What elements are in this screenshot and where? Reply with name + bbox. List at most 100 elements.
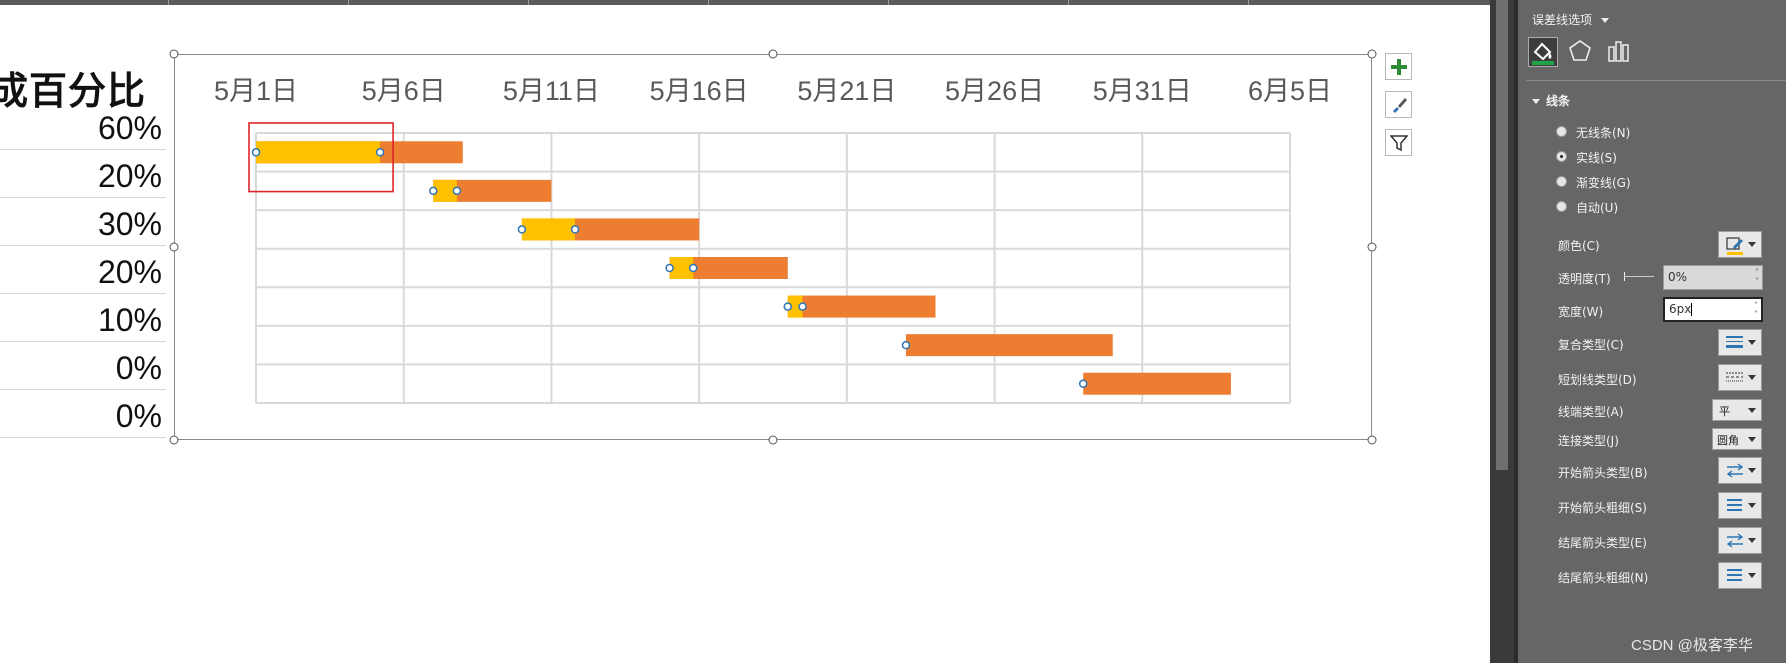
spinner-arrows-icon[interactable]: ˄ ˅ — [1754, 301, 1758, 319]
chart-elements-button[interactable] — [1385, 53, 1412, 80]
chevron-down-icon — [1600, 18, 1609, 23]
filter-icon — [1389, 134, 1408, 151]
vertical-scrollbar[interactable] — [1490, 0, 1514, 663]
resize-handle[interactable] — [768, 435, 778, 445]
transparency-value: 0% — [1668, 270, 1688, 284]
dash-type-dropdown[interactable] — [1718, 364, 1762, 391]
join-type-label: 连接类型(J) — [1558, 434, 1619, 448]
chevron-down-icon — [1748, 375, 1756, 380]
radio-automatic[interactable] — [1556, 201, 1567, 212]
chevron-down-icon — [1748, 573, 1756, 578]
error-bar-handle — [429, 186, 438, 196]
pen-color-icon — [1726, 237, 1743, 255]
color-picker-button[interactable] — [1718, 231, 1762, 258]
join-type-value: 圆角 — [1717, 434, 1739, 447]
width-input[interactable]: 6px ˄ ˅ — [1663, 297, 1763, 322]
tab-effects[interactable] — [1566, 37, 1596, 67]
x-tick-label: 5月16日 — [650, 76, 749, 106]
transparency-input[interactable]: 0% ˄ ˅ — [1663, 265, 1763, 290]
x-tick-label: 5月26日 — [945, 76, 1044, 106]
begin-arrow-size-dropdown[interactable] — [1718, 492, 1762, 519]
panel-title: 误差线选项 — [1532, 13, 1593, 27]
tab-fill-line[interactable] — [1528, 37, 1558, 67]
error-bar-handle — [798, 302, 807, 311]
color-label: 颜色(C) — [1558, 239, 1600, 253]
chevron-down-icon — [1532, 99, 1540, 104]
format-error-bars-panel: 误差线选项 线条 无线条(N) 实线(S) 渐变线(G) 自动(U) 颜色(C) — [1518, 0, 1786, 663]
error-bar-handle — [452, 186, 462, 196]
resize-handle[interactable] — [1367, 49, 1377, 59]
error-bar-handle — [665, 263, 674, 273]
width-label: 宽度(W) — [1558, 305, 1604, 319]
error-bar-handle — [251, 148, 261, 157]
compound-type-label: 复合类型(C) — [1558, 338, 1624, 352]
worksheet-area[interactable]: 成百分比 60% 20% 30% 20% 10% 0% 0% 5月1日 5月6日 5… — [0, 0, 1490, 663]
transparency-label: 透明度(T) — [1558, 272, 1611, 286]
chevron-down-icon — [1748, 503, 1756, 508]
chart-filters-button[interactable] — [1385, 129, 1412, 156]
brush-icon — [1392, 97, 1407, 113]
panel-title-dropdown[interactable]: 误差线选项 — [1532, 11, 1609, 28]
error-bar-handle — [570, 225, 580, 234]
error-bar-handle — [375, 148, 385, 157]
begin-arrow-type-label: 开始箭头类型(B) — [1558, 466, 1648, 480]
arrow-type-icon — [1726, 463, 1744, 478]
end-arrow-type-dropdown[interactable] — [1718, 527, 1762, 554]
fill-line-icon — [1532, 42, 1554, 65]
error-bar-handle — [1078, 379, 1088, 388]
radio-gradient-line[interactable] — [1556, 176, 1567, 187]
end-arrow-type-label: 结尾箭头类型(E) — [1558, 536, 1647, 550]
spinner-arrows-icon[interactable]: ˄ ˅ — [1755, 268, 1759, 286]
cap-type-dropdown[interactable]: 平 — [1712, 399, 1762, 421]
radio-solid-line[interactable] — [1556, 151, 1567, 162]
radio-label: 无线条(N) — [1576, 126, 1631, 140]
transparency-slider[interactable] — [1624, 276, 1654, 277]
error-bar-handle — [783, 302, 793, 311]
compound-lines-icon — [1726, 336, 1743, 348]
width-value: 6px — [1669, 302, 1692, 316]
section-line-toggle[interactable]: 线条 — [1532, 92, 1570, 109]
x-tick-label: 6月5日 — [1248, 76, 1332, 106]
gantt-chart-plot[interactable]: 5月1日 5月6日 5月11日 5月16日 5月21日 5月26日 5月31日 6月5日 — [0, 0, 1490, 663]
gantt-bar-remaining — [787, 295, 936, 318]
radio-no-line[interactable] — [1556, 126, 1567, 137]
bar-chart-options-icon — [1608, 41, 1629, 62]
section-title: 线条 — [1546, 94, 1571, 108]
x-tick-label: 5月31日 — [1093, 76, 1192, 106]
error-bar-handle — [901, 340, 911, 350]
begin-arrow-type-dropdown[interactable] — [1718, 457, 1762, 484]
arrow-size-icon — [1727, 569, 1742, 581]
chevron-down-icon — [1748, 340, 1756, 345]
divider — [1526, 80, 1786, 81]
arrow-type-icon — [1726, 533, 1744, 548]
text-cursor — [1691, 303, 1693, 316]
dash-type-label: 短划线类型(D) — [1558, 373, 1637, 387]
plus-icon — [1390, 58, 1407, 75]
gantt-bar-remaining — [905, 334, 1113, 357]
x-tick-label: 5月6日 — [362, 76, 446, 106]
chevron-down-icon — [1748, 468, 1756, 473]
cap-type-value: 平 — [1719, 405, 1730, 418]
watermark: CSDN @极客李华 — [1631, 637, 1753, 654]
chevron-down-icon — [1748, 437, 1756, 442]
begin-arrow-size-label: 开始箭头粗细(S) — [1558, 501, 1647, 515]
resize-handle[interactable] — [169, 49, 179, 59]
join-type-dropdown[interactable]: 圆角 — [1712, 428, 1762, 450]
tab-chart-options[interactable] — [1604, 37, 1634, 67]
chart-styles-button[interactable] — [1385, 91, 1412, 118]
radio-label: 自动(U) — [1576, 201, 1619, 215]
scrollbar-thumb[interactable] — [1496, 0, 1508, 470]
error-bar-handle — [688, 263, 698, 273]
pentagon-effects-icon — [1569, 40, 1591, 61]
resize-handle[interactable] — [169, 435, 179, 445]
resize-handle[interactable] — [1367, 435, 1377, 445]
resize-handle[interactable] — [768, 49, 778, 59]
radio-label: 渐变线(G) — [1576, 176, 1631, 190]
end-arrow-size-dropdown[interactable] — [1718, 562, 1762, 589]
error-bar-handle — [517, 225, 527, 234]
resize-handle[interactable] — [169, 242, 179, 252]
x-tick-label: 5月1日 — [214, 76, 298, 106]
x-tick-label: 5月21日 — [797, 76, 896, 106]
resize-handle[interactable] — [1367, 242, 1377, 252]
compound-type-dropdown[interactable] — [1718, 329, 1762, 356]
